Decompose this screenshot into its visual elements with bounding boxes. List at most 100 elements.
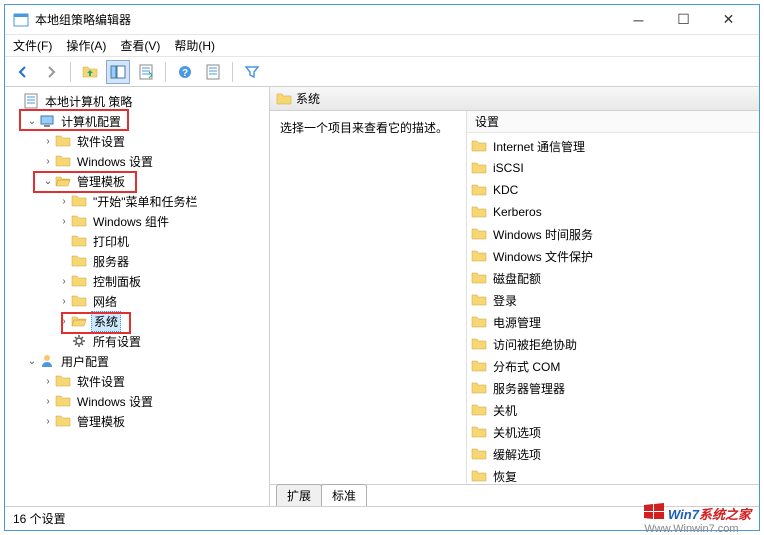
list-item[interactable]: 关机 <box>471 399 755 421</box>
folder-icon <box>471 402 487 418</box>
expander-icon[interactable]: › <box>57 194 71 208</box>
list-item[interactable]: iSCSI <box>471 157 755 179</box>
tree-label: 用户配置 <box>59 352 111 371</box>
list-item[interactable]: Windows 时间服务 <box>471 223 755 245</box>
list-scroll[interactable]: Internet 通信管理iSCSIKDC Kerberos Windows 时间服… <box>467 133 759 484</box>
list-item[interactable]: KDC <box>471 179 755 201</box>
maximize-button[interactable]: ☐ <box>661 6 706 34</box>
tree-control-panel[interactable]: › 控制面板 <box>7 271 267 291</box>
tree-windows-settings[interactable]: › Windows 设置 <box>7 151 267 171</box>
forward-button[interactable] <box>39 60 63 84</box>
list-item[interactable]: 分布式 COM <box>471 355 755 377</box>
up-button[interactable] <box>78 60 102 84</box>
expander-icon[interactable]: › <box>41 394 55 408</box>
list-header[interactable]: 设置 <box>467 111 759 133</box>
tree-all-settings[interactable]: ›所有设置 <box>7 331 267 351</box>
titlebar[interactable]: 本地组策略编辑器 ─ ☐ ✕ <box>5 5 759 35</box>
expander-icon[interactable]: › <box>57 214 71 228</box>
tree-root[interactable]: ▶本地计算机 策略 <box>7 91 267 111</box>
list-item[interactable]: Kerberos <box>471 201 755 223</box>
list-item[interactable]: 关机选项 <box>471 421 755 443</box>
filter-button[interactable] <box>240 60 264 84</box>
help-button[interactable]: ? <box>173 60 197 84</box>
list-item[interactable]: 电源管理 <box>471 311 755 333</box>
list-item-label: 登录 <box>493 292 517 309</box>
list-item-label: Windows 文件保护 <box>493 248 593 265</box>
list-item-label: 缓解选项 <box>493 446 541 463</box>
tree-system[interactable]: › 系统 <box>7 311 267 331</box>
list-item[interactable]: 登录 <box>471 289 755 311</box>
folder-icon <box>471 160 487 176</box>
tree-label: 控制面板 <box>91 272 143 291</box>
toolbar-separator <box>232 62 233 82</box>
list-item-label: 服务器管理器 <box>493 380 565 397</box>
toolbar-separator <box>165 62 166 82</box>
tab-standard[interactable]: 标准 <box>321 484 367 506</box>
close-button[interactable]: ✕ <box>706 6 751 34</box>
menu-action[interactable]: 操作(A) <box>66 37 106 54</box>
tree-label: 管理模板 <box>75 412 127 431</box>
tree-label: 系统 <box>91 311 121 332</box>
folder-icon <box>71 233 87 249</box>
list-item[interactable]: Internet 通信管理 <box>471 135 755 157</box>
show-tree-button[interactable] <box>106 60 130 84</box>
expander-icon[interactable]: › <box>57 274 71 288</box>
tree-u-admin-templates[interactable]: › 管理模板 <box>7 411 267 431</box>
watermark-url: Www.Winwin7.com <box>644 523 751 535</box>
tree-label: 所有设置 <box>91 332 143 351</box>
window-title: 本地组策略编辑器 <box>35 11 616 28</box>
tree-software-settings[interactable]: ›软件设置 <box>7 131 267 151</box>
expander-icon[interactable]: › <box>41 134 55 148</box>
tree-printers[interactable]: ›打印机 <box>7 231 267 251</box>
statusbar: 16 个设置 Win7系统之家 Www.Winwin7.com <box>5 506 759 530</box>
menu-view[interactable]: 查看(V) <box>120 37 160 54</box>
properties-button[interactable] <box>201 60 225 84</box>
tree-label: Windows 设置 <box>75 152 155 171</box>
folder-icon <box>471 468 487 484</box>
menu-help[interactable]: 帮助(H) <box>174 37 215 54</box>
list-item[interactable]: 访问被拒绝协助 <box>471 333 755 355</box>
expander-icon[interactable]: › <box>41 154 55 168</box>
export-button[interactable] <box>134 60 158 84</box>
folder-icon <box>55 153 71 169</box>
list-item-label: 关机 <box>493 402 517 419</box>
folder-icon <box>71 253 87 269</box>
expander-icon[interactable]: › <box>57 314 71 328</box>
tree-u-windows-settings[interactable]: ›Windows 设置 <box>7 391 267 411</box>
folder-icon <box>71 273 87 289</box>
expander-icon[interactable]: ⌄ <box>25 114 39 128</box>
expander-icon[interactable]: › <box>41 374 55 388</box>
list-item[interactable]: 恢复 <box>471 465 755 484</box>
back-button[interactable] <box>11 60 35 84</box>
tree-label: 服务器 <box>91 252 131 271</box>
tree-label: 计算机配置 <box>59 112 123 131</box>
list-item-label: Kerberos <box>493 205 542 219</box>
menu-file[interactable]: 文件(F) <box>13 37 52 54</box>
expander-icon[interactable]: › <box>57 294 71 308</box>
tree-start-taskbar[interactable]: ›"开始"菜单和任务栏 <box>7 191 267 211</box>
tree-user-config[interactable]: ⌄ 用户配置 <box>7 351 267 371</box>
list-item-label: 分布式 COM <box>493 358 560 375</box>
folder-icon <box>471 248 487 264</box>
expander-icon[interactable]: › <box>41 414 55 428</box>
tree-admin-templates[interactable]: ⌄管理模板 <box>7 171 267 191</box>
minimize-button[interactable]: ─ <box>616 6 661 34</box>
tree-windows-components[interactable]: ›Windows 组件 <box>7 211 267 231</box>
content-area: ▶本地计算机 策略 ⌄计算机配置 ›软件设置 ›Windows 设置 ⌄管理模板… <box>5 87 759 506</box>
folder-icon <box>471 270 487 286</box>
app-icon <box>13 12 29 28</box>
tree-pane[interactable]: ▶本地计算机 策略 ⌄计算机配置 ›软件设置 ›Windows 设置 ⌄管理模板… <box>5 87 270 506</box>
list-item[interactable]: 服务器管理器 <box>471 377 755 399</box>
tab-extended[interactable]: 扩展 <box>276 484 322 506</box>
list-item[interactable]: Windows 文件保护 <box>471 245 755 267</box>
tree-network[interactable]: ›网络 <box>7 291 267 311</box>
expander-icon[interactable]: ⌄ <box>25 354 39 368</box>
tree-u-software-settings[interactable]: ›软件设置 <box>7 371 267 391</box>
list-item[interactable]: 缓解选项 <box>471 443 755 465</box>
tree-computer-config[interactable]: ⌄ 计算机配置 <box>7 111 267 131</box>
list-item[interactable]: 磁盘配额 <box>471 267 755 289</box>
tree-server[interactable]: ›服务器 <box>7 251 267 271</box>
toolbar: ? <box>5 57 759 87</box>
folder-open-icon <box>55 173 71 189</box>
expander-icon[interactable]: ⌄ <box>41 174 55 188</box>
